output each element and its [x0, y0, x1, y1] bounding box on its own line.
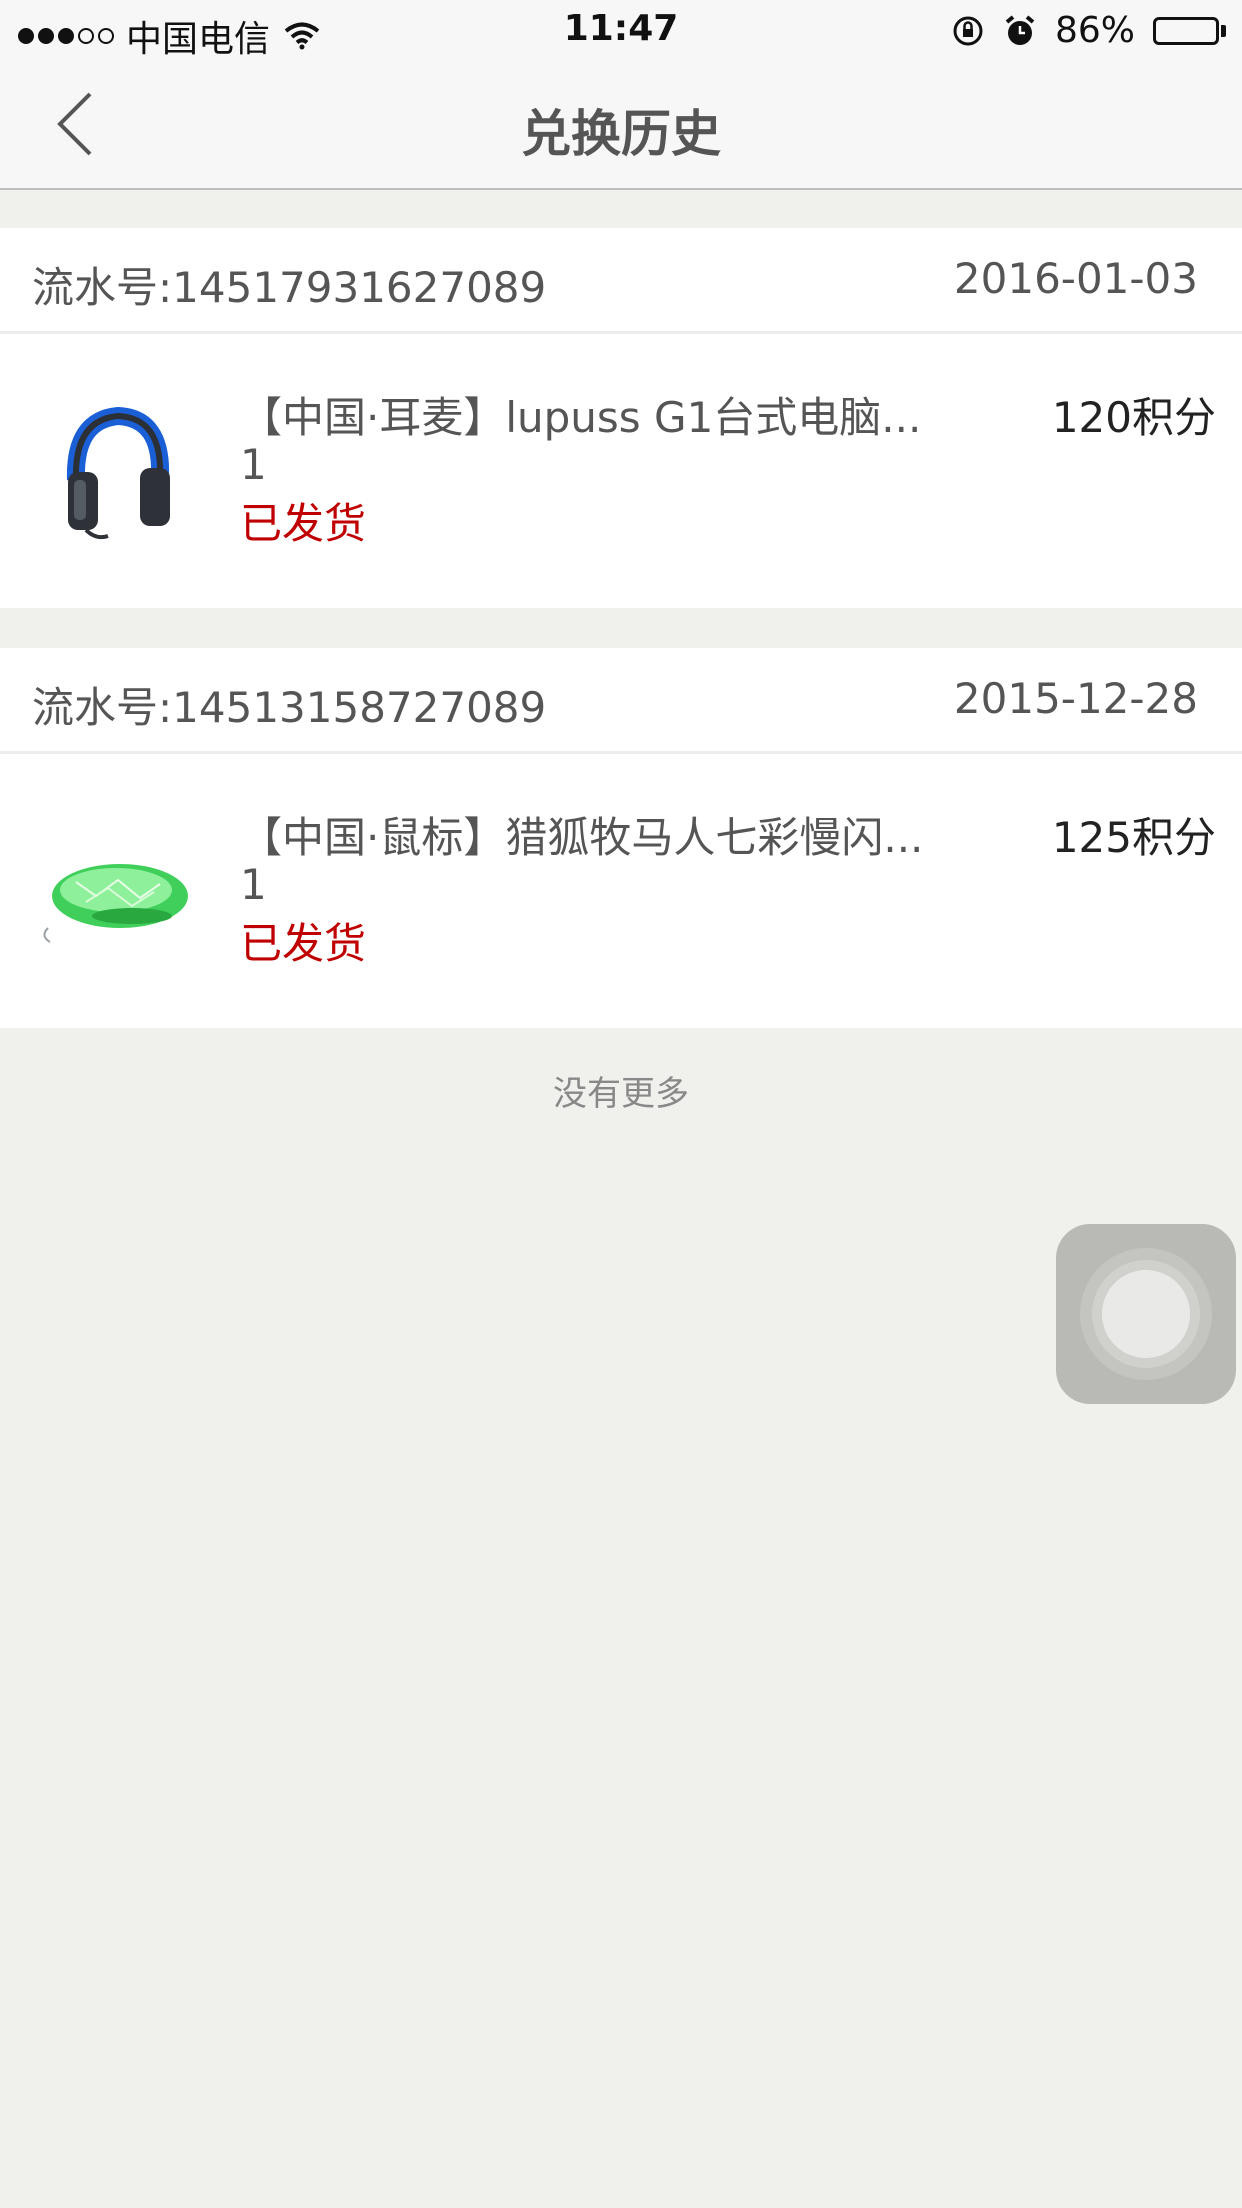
alarm-icon	[1005, 14, 1035, 45]
order-card[interactable]: 流水号:14517931627089 2016-01-03 【中国·耳麦】lup…	[0, 228, 1242, 608]
no-more-label: 没有更多	[553, 1074, 689, 1114]
headset-image	[66, 406, 170, 540]
order-header: 流水号:14513158727089 2015-12-28	[0, 648, 1242, 754]
status-badge: 已发货	[240, 919, 367, 968]
orientation-lock-icon	[953, 16, 983, 45]
assistive-touch-button[interactable]	[1056, 1224, 1236, 1404]
order-header: 流水号:14517931627089 2016-01-03	[0, 228, 1242, 334]
product-name: 【中国·耳麦】lupuss G1台式电脑...	[240, 393, 922, 442]
order-item[interactable]: 【中国·鼠标】猎狐牧马人七彩慢闪... 125积分 1 已发货	[0, 754, 1242, 1028]
order-card[interactable]: 流水号:14513158727089 2015-12-28 【中国·鼠标】猎狐牧…	[0, 648, 1242, 1028]
product-name: 【中国·鼠标】猎狐牧马人七彩慢闪...	[240, 813, 924, 862]
battery-icon	[1153, 16, 1226, 45]
status-badge: 已发货	[240, 499, 367, 548]
gaming-mouse-image	[43, 864, 188, 943]
quantity: 1	[240, 860, 267, 909]
nav-bar: 兑换历史	[0, 60, 1242, 190]
status-bar: 中国电信 11:47 86%	[0, 0, 1242, 60]
serial-number: 流水号:14513158727089	[32, 683, 547, 732]
points-cost: 125积分	[1051, 813, 1216, 862]
quantity: 1	[240, 440, 267, 489]
order-date: 2016-01-03	[953, 254, 1198, 303]
page-title: 兑换历史	[521, 105, 721, 163]
serial-number: 流水号:14517931627089	[32, 263, 547, 312]
status-right: 86%	[951, 10, 1226, 51]
battery-percent: 86%	[1054, 10, 1135, 51]
points-cost: 120积分	[1051, 393, 1216, 442]
order-date: 2015-12-28	[953, 674, 1198, 723]
order-item[interactable]: 【中国·耳麦】lupuss G1台式电脑... 120积分 1 已发货	[0, 334, 1242, 608]
